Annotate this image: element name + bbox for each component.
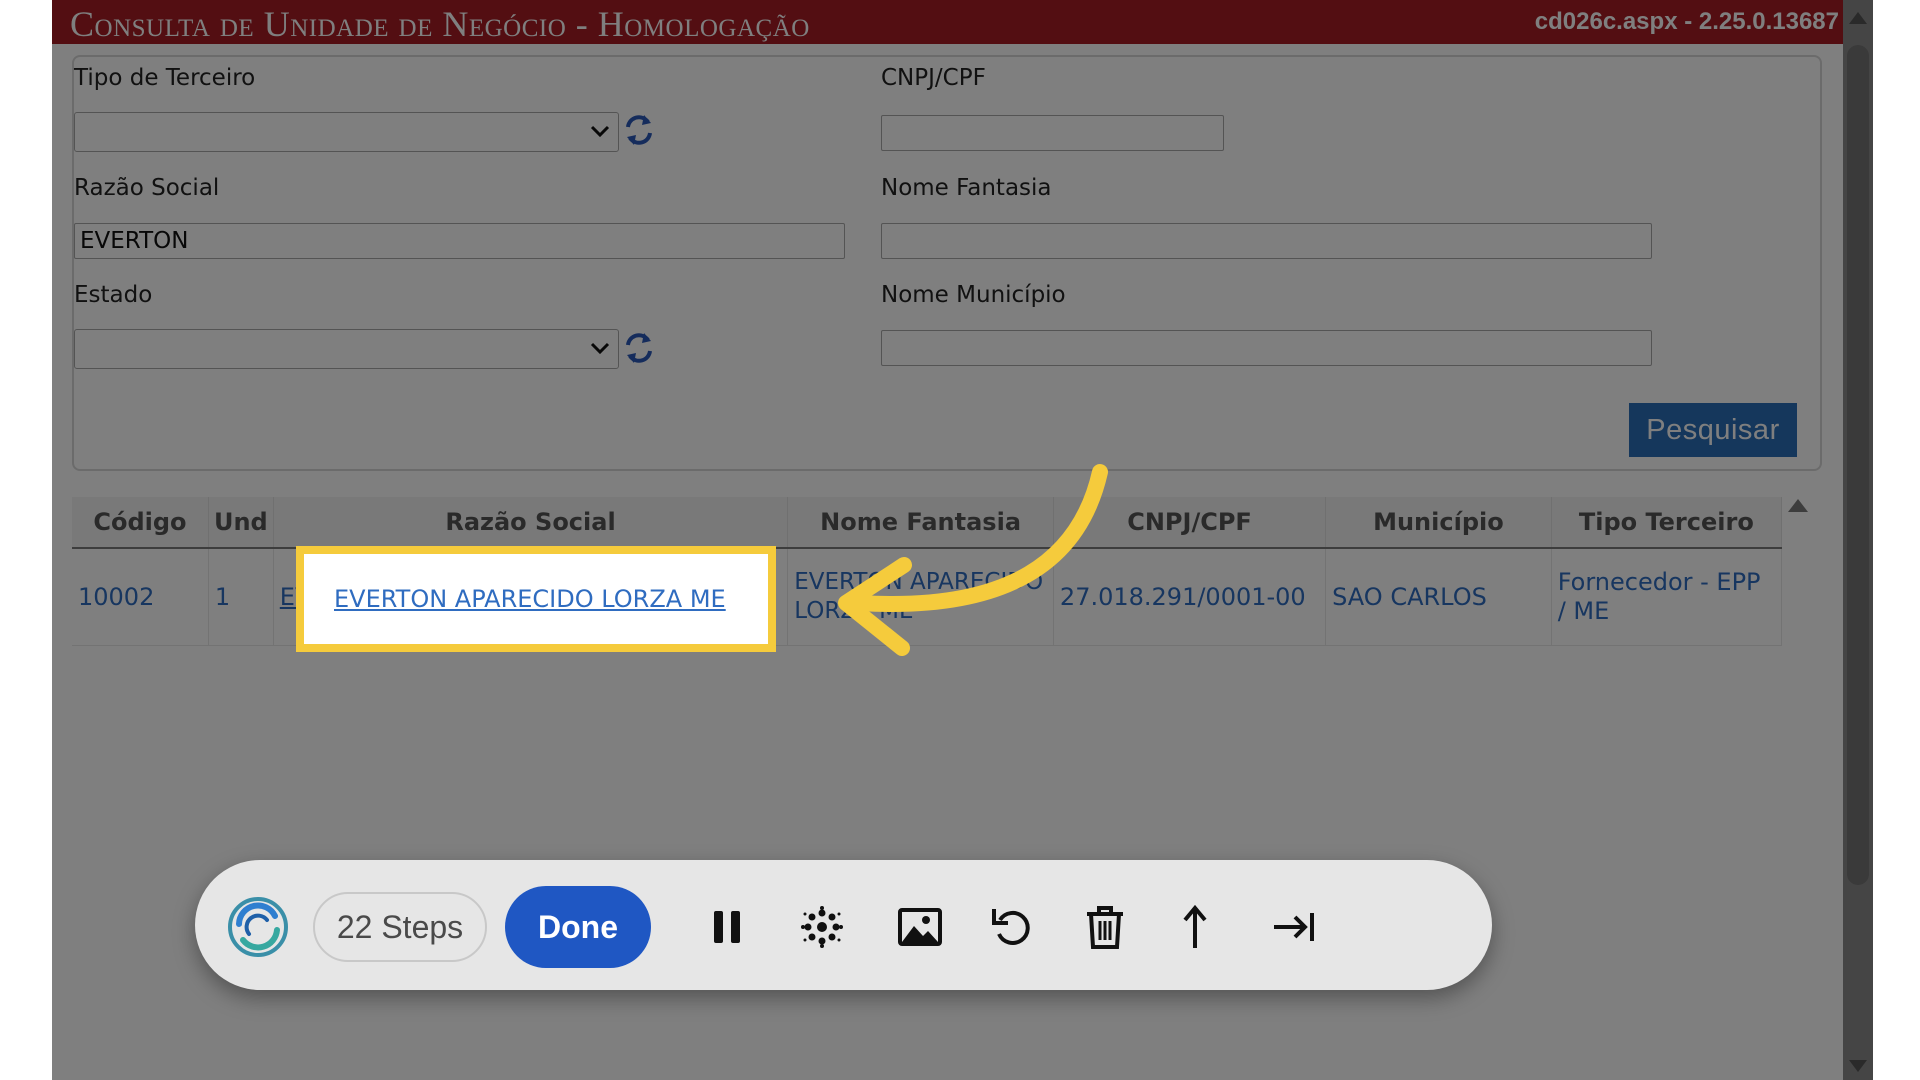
trash-icon[interactable] bbox=[1078, 900, 1132, 954]
pause-icon[interactable] bbox=[700, 900, 754, 954]
undo-icon[interactable] bbox=[985, 900, 1039, 954]
blur-icon[interactable] bbox=[795, 900, 849, 954]
logo-icon bbox=[228, 897, 288, 957]
highlighted-razao-social-link[interactable]: EVERTON APARECIDO LORZA ME bbox=[334, 585, 726, 613]
scroll-down-icon[interactable] bbox=[1848, 1058, 1868, 1074]
skip-to-end-icon[interactable] bbox=[1267, 900, 1321, 954]
application-window: Consulta de Unidade de Negócio - Homolog… bbox=[52, 0, 1873, 1080]
scroll-up-icon[interactable] bbox=[1848, 10, 1868, 26]
page-scrollbar-thumb[interactable] bbox=[1847, 45, 1869, 885]
image-icon[interactable] bbox=[893, 900, 947, 954]
done-button[interactable]: Done bbox=[505, 886, 651, 968]
steps-counter: 22 Steps bbox=[313, 892, 487, 962]
arrow-up-icon[interactable] bbox=[1173, 900, 1227, 954]
recorder-toolbar: 22 Steps Done bbox=[195, 860, 1492, 990]
